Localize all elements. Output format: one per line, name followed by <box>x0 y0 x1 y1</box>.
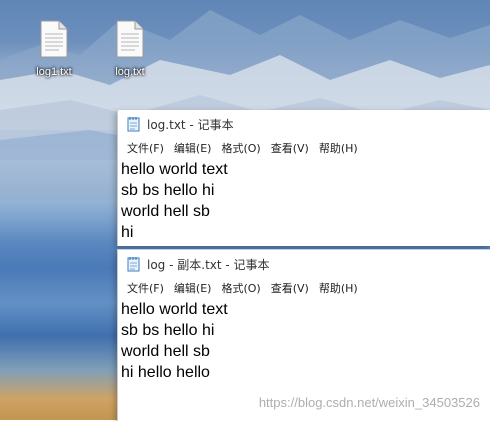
text-file-icon <box>116 20 144 58</box>
menu-view[interactable]: 查看(V) <box>271 140 309 156</box>
text-line: sb bs hello hi <box>121 182 215 199</box>
menu-format[interactable]: 格式(O) <box>221 280 260 296</box>
window-titlebar[interactable]: log.txt - 记事本 <box>118 110 490 138</box>
text-line: world hell sb <box>121 203 210 220</box>
window-title: log - 副本.txt - 记事本 <box>147 257 270 272</box>
window-title: log.txt - 记事本 <box>147 117 234 132</box>
menu-file[interactable]: 文件(F) <box>127 140 164 156</box>
window-titlebar[interactable]: log - 副本.txt - 记事本 <box>118 250 490 278</box>
text-line: hello world text <box>121 161 228 178</box>
notepad-icon <box>127 117 140 132</box>
desktop-file-log1[interactable]: log1.txt <box>24 20 84 78</box>
menu-help[interactable]: 帮助(H) <box>319 280 358 296</box>
text-line: hello world text <box>121 301 228 318</box>
notepad-window-log[interactable]: log.txt - 记事本 文件(F) 编辑(E) 格式(O) 查看(V) 帮助… <box>117 110 490 246</box>
text-editor[interactable]: hello world text sb bs hello hi world he… <box>118 158 490 243</box>
desktop-file-label: log1.txt <box>36 66 72 78</box>
menu-bar: 文件(F) 编辑(E) 格式(O) 查看(V) 帮助(H) <box>118 278 490 298</box>
text-editor[interactable]: hello world text sb bs hello hi world he… <box>118 298 490 383</box>
menu-bar: 文件(F) 编辑(E) 格式(O) 查看(V) 帮助(H) <box>118 138 490 158</box>
menu-format[interactable]: 格式(O) <box>221 140 260 156</box>
text-line: hi hello hello <box>121 364 210 381</box>
menu-edit[interactable]: 编辑(E) <box>174 280 212 296</box>
notepad-icon <box>127 257 140 272</box>
menu-file[interactable]: 文件(F) <box>127 280 164 296</box>
text-line: world hell sb <box>121 343 210 360</box>
text-line: sb bs hello hi <box>121 322 215 339</box>
desktop-file-log[interactable]: log.txt <box>100 20 160 78</box>
text-line: hi <box>121 224 134 241</box>
desktop-file-label: log.txt <box>115 66 145 78</box>
menu-edit[interactable]: 编辑(E) <box>174 140 212 156</box>
text-file-icon <box>40 20 68 58</box>
menu-view[interactable]: 查看(V) <box>271 280 309 296</box>
menu-help[interactable]: 帮助(H) <box>319 140 358 156</box>
watermark-text: https://blog.csdn.net/weixin_34503526 <box>258 395 480 410</box>
